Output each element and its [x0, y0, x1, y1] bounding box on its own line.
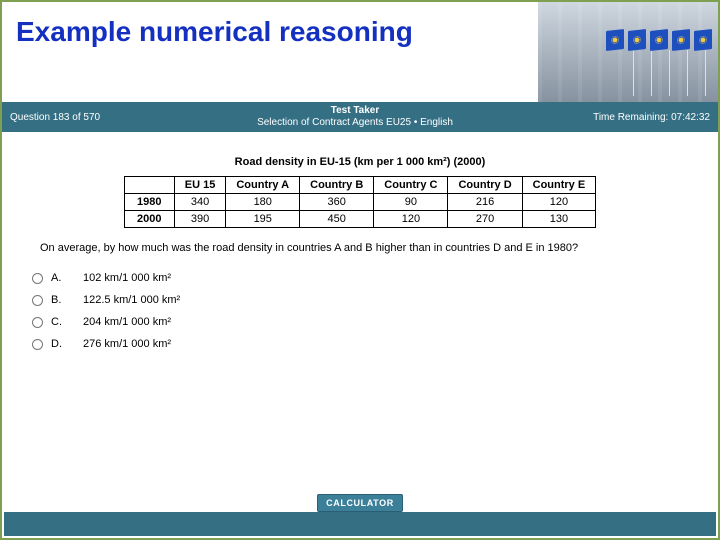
- option-text: 102 km/1 000 km²: [83, 272, 171, 284]
- col-header: Country B: [300, 177, 374, 194]
- header-left: Example numerical reasoning: [2, 2, 538, 101]
- eu-flag-icon: [650, 29, 668, 51]
- slide: Example numerical reasoning Question 183…: [0, 0, 720, 540]
- cell: 130: [522, 211, 596, 228]
- time-remaining: Time Remaining: 07:42:32: [540, 112, 710, 123]
- eu-flags-image: [538, 2, 718, 102]
- row-header: 1980: [124, 194, 174, 211]
- option-text: 122.5 km/1 000 km²: [83, 294, 180, 306]
- option-a-radio[interactable]: [32, 273, 43, 284]
- col-header: Country D: [448, 177, 522, 194]
- data-table: EU 15 Country A Country B Country C Coun…: [124, 176, 596, 228]
- cell: 340: [174, 194, 226, 211]
- flagpole: [687, 50, 688, 96]
- option-key: B.: [51, 294, 75, 306]
- table-corner: [124, 177, 174, 194]
- option-d-radio[interactable]: [32, 339, 43, 350]
- test-title: Test Taker Selection of Contract Agents …: [170, 105, 540, 129]
- question-text: On average, by how much was the road den…: [40, 242, 690, 254]
- eu-flag-icon: [694, 29, 712, 51]
- option-key: A.: [51, 272, 75, 284]
- eu-flag-icon: [628, 29, 646, 51]
- question-content: Road density in EU-15 (km per 1 000 km²)…: [2, 132, 718, 358]
- table-row: 1980 340 180 360 90 216 120: [124, 194, 595, 211]
- table-title: Road density in EU-15 (km per 1 000 km²)…: [30, 156, 690, 168]
- col-header: Country C: [374, 177, 448, 194]
- option-text: 276 km/1 000 km²: [83, 338, 171, 350]
- building-bg: [538, 2, 718, 102]
- cell: 195: [226, 211, 300, 228]
- eu-flag-icon: [672, 29, 690, 51]
- col-header: EU 15: [174, 177, 226, 194]
- option-d[interactable]: D. 276 km/1 000 km²: [32, 338, 690, 350]
- option-key: C.: [51, 316, 75, 328]
- flagpole: [651, 50, 652, 96]
- option-c-radio[interactable]: [32, 317, 43, 328]
- option-b[interactable]: B. 122.5 km/1 000 km²: [32, 294, 690, 306]
- cell: 360: [300, 194, 374, 211]
- cell: 216: [448, 194, 522, 211]
- question-counter: Question 183 of 570: [10, 112, 170, 123]
- option-c[interactable]: C. 204 km/1 000 km²: [32, 316, 690, 328]
- calculator-bar: CALCULATOR: [2, 494, 718, 512]
- test-title-line1: Test Taker: [170, 105, 540, 117]
- cell: 450: [300, 211, 374, 228]
- flags-row: [606, 30, 712, 50]
- test-info-bar: Question 183 of 570 Test Taker Selection…: [2, 102, 718, 132]
- flagpole: [705, 50, 706, 96]
- col-header: Country E: [522, 177, 596, 194]
- slide-header: Example numerical reasoning: [2, 2, 718, 102]
- bottom-bar: [4, 512, 716, 536]
- option-key: D.: [51, 338, 75, 350]
- table-header-row: EU 15 Country A Country B Country C Coun…: [124, 177, 595, 194]
- cell: 390: [174, 211, 226, 228]
- option-text: 204 km/1 000 km²: [83, 316, 171, 328]
- option-b-radio[interactable]: [32, 295, 43, 306]
- cell: 120: [374, 211, 448, 228]
- option-a[interactable]: A. 102 km/1 000 km²: [32, 272, 690, 284]
- cell: 270: [448, 211, 522, 228]
- cell: 90: [374, 194, 448, 211]
- slide-title: Example numerical reasoning: [16, 16, 524, 48]
- test-title-line2: Selection of Contract Agents EU25 • Engl…: [170, 117, 540, 129]
- flagpole: [669, 50, 670, 96]
- row-header: 2000: [124, 211, 174, 228]
- calculator-button[interactable]: CALCULATOR: [317, 494, 403, 512]
- answer-options: A. 102 km/1 000 km² B. 122.5 km/1 000 km…: [32, 272, 690, 350]
- table-row: 2000 390 195 450 120 270 130: [124, 211, 595, 228]
- cell: 120: [522, 194, 596, 211]
- col-header: Country A: [226, 177, 300, 194]
- cell: 180: [226, 194, 300, 211]
- eu-flag-icon: [606, 29, 624, 51]
- flagpole: [633, 50, 634, 96]
